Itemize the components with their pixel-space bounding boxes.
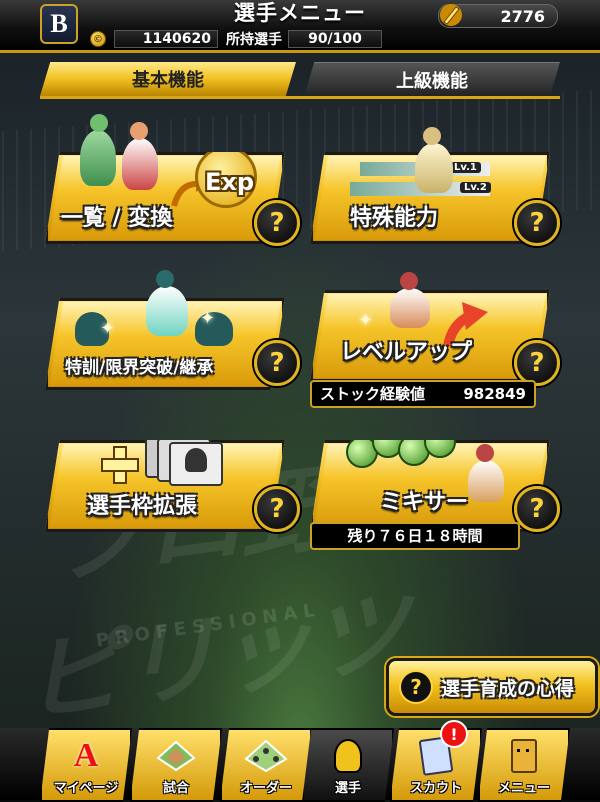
nav-player[interactable]: 選手 [302, 728, 394, 802]
trainee-illustration [138, 268, 198, 338]
field-icon [154, 736, 198, 776]
tab-underline [40, 96, 560, 99]
sparkle-icon: ✦ [100, 318, 116, 339]
special-ability-label: 特殊能力 [350, 206, 439, 231]
level-up-label: レベルアップ [340, 340, 473, 365]
nav-scout-label: スカウト [409, 781, 462, 796]
tab-advanced[interactable]: 上級機能 [304, 62, 560, 97]
nav-menu[interactable]: メニュー [478, 728, 570, 802]
players-illustration [70, 112, 180, 192]
exp-badge: Exp [205, 168, 255, 196]
pitcher-illustration [405, 125, 465, 195]
player-icon [326, 736, 370, 776]
stock-exp-label: ストック経験値 [320, 385, 426, 403]
training-tips-button[interactable]: ? 選手育成の心得 [386, 658, 598, 716]
menu-icon [502, 736, 546, 776]
expand-slots-label: 選手枠拡張 [87, 494, 198, 519]
training-tips-label: 選手育成の心得 [441, 677, 575, 700]
nav-scout[interactable]: スカウト [390, 728, 482, 802]
training-label: 特訓/限界突破/継承 [65, 358, 214, 378]
expand-slots-button[interactable]: 選手枠拡張 [45, 440, 285, 532]
nav-player-label: 選手 [334, 781, 361, 796]
bottom-nav: A マイページ 試合 オーダー 選手 スカウト メニュー [0, 728, 600, 802]
training-help-button[interactable]: ? [254, 340, 300, 386]
sparkle-icon: ✦ [358, 310, 374, 331]
mypage-icon: A [73, 737, 99, 774]
status-bar: © 1140620 所持選手 90/100 [90, 30, 404, 48]
sparkle-icon: ✦ [200, 308, 216, 329]
currency-display: 2776 [438, 4, 558, 28]
coin-icon: © [90, 31, 106, 47]
players-label: 所持選手 [226, 32, 282, 48]
lineup-icon [244, 736, 288, 776]
nav-mypage-label: マイページ [53, 781, 119, 796]
mixer-help-button[interactable]: ? [514, 486, 560, 532]
players-count: 90/100 [288, 30, 382, 48]
coin-count: 1140620 [114, 30, 218, 48]
currency-value: 2776 [500, 7, 545, 26]
golden-bat-icon [440, 4, 462, 26]
mixer-label: ミキサー [380, 490, 469, 515]
nav-match[interactable]: 試合 [130, 728, 222, 802]
nav-order-label: オーダー [239, 781, 292, 796]
list-convert-label: 一覧 / 変換 [61, 206, 173, 231]
header-bar: B 選手メニュー 2776 © 1140620 所持選手 90/100 [0, 0, 600, 53]
plus-icon [101, 446, 139, 484]
nav-match-label: 試合 [162, 781, 189, 796]
scout-alert-badge: ! [440, 720, 468, 748]
tab-basic[interactable]: 基本機能 [40, 62, 296, 96]
special-ability-help-button[interactable]: ? [514, 200, 560, 246]
nav-mypage[interactable]: A マイページ [40, 728, 132, 802]
stock-exp-value: 982849 [463, 385, 526, 403]
nav-order[interactable]: オーダー [220, 728, 312, 802]
nav-menu-label: メニュー [497, 781, 550, 796]
list-convert-help-button[interactable]: ? [254, 200, 300, 246]
stock-exp-bar: ストック経験値 982849 [310, 380, 536, 408]
expand-slots-help-button[interactable]: ? [254, 486, 300, 532]
level-up-player-illustration [380, 272, 440, 332]
mixer-button[interactable]: ミキサー [310, 440, 550, 532]
mixer-remaining-bar: 残り７６日１８時間 [310, 522, 520, 550]
question-icon: ? [399, 670, 433, 704]
player-cards-icon [145, 440, 235, 488]
